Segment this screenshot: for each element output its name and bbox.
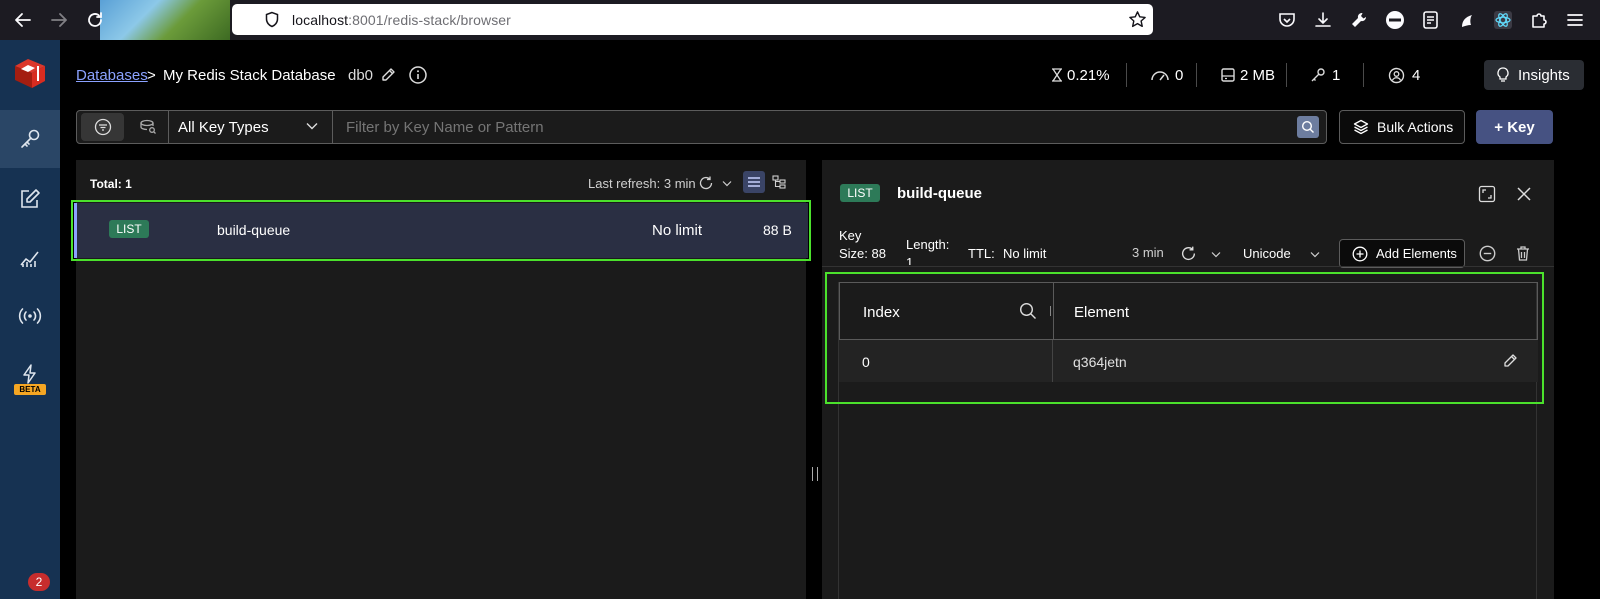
key-type-select[interactable]: All Key Types [169, 111, 332, 143]
add-key-button[interactable]: + Key [1476, 110, 1553, 144]
twd-extension-icon[interactable] [1385, 10, 1405, 30]
search-icon [1301, 120, 1315, 134]
filter-icon [94, 118, 112, 136]
back-arrow-icon[interactable] [12, 9, 34, 31]
delete-trash-icon[interactable] [1515, 245, 1531, 262]
search-submit-button[interactable] [1297, 116, 1319, 138]
bulk-actions-button[interactable]: Bulk Actions [1339, 110, 1465, 144]
main-content: Databases > My Redis Stack Database db0 … [60, 40, 1600, 599]
filter-mode-button[interactable] [81, 113, 124, 141]
stack-search-icon [139, 119, 157, 135]
format-select[interactable]: Unicode [1243, 246, 1291, 261]
length-label: Length: [906, 237, 950, 252]
fullscreen-icon[interactable] [1478, 185, 1496, 203]
lightning-icon [19, 363, 41, 385]
download-icon[interactable] [1313, 10, 1333, 30]
pocket-icon[interactable] [1277, 10, 1297, 30]
details-key-type-badge: LIST [840, 184, 880, 202]
url-path: :8001/redis-stack/browser [348, 12, 511, 28]
broadcast-icon [18, 305, 42, 327]
keys-count-icon [1310, 67, 1326, 83]
beta-badge: BETA [14, 384, 46, 395]
extensions-puzzle-icon[interactable] [1529, 10, 1549, 30]
add-elements-button[interactable]: Add Elements [1339, 239, 1465, 268]
key-size-value: Size: 88 [839, 246, 886, 261]
tab-background-decoration [100, 0, 230, 40]
list-view-button[interactable] [743, 171, 765, 193]
breadcrumb-separator: > [147, 67, 156, 84]
sidebar-item-browser[interactable] [0, 110, 60, 168]
last-refresh-label: Last refresh: 3 min [588, 176, 696, 191]
browser-toolbar: localhost:8001/redis-stack/browser [0, 0, 1600, 40]
details-refresh-time: 3 min [1132, 245, 1164, 260]
gauge-icon [1150, 67, 1170, 83]
clients-stat: 4 [1412, 67, 1421, 84]
react-devtools-icon[interactable] [1493, 10, 1513, 30]
reader-notes-icon[interactable] [1421, 10, 1441, 30]
key-icon [19, 128, 41, 150]
redis-logo-icon[interactable] [12, 56, 48, 90]
chevron-down-icon [306, 122, 318, 130]
total-keys-label: Total: 1 [90, 177, 132, 191]
edit-document-icon [19, 188, 41, 210]
layers-icon [1353, 119, 1369, 135]
url-bar[interactable]: localhost:8001/redis-stack/browser [232, 4, 1153, 35]
analytics-chart-icon [19, 247, 41, 269]
sidebar-item-analysis[interactable] [0, 229, 60, 287]
details-refresh-icon[interactable] [1180, 245, 1197, 262]
breadcrumb-databases-link[interactable]: Databases [76, 67, 148, 84]
database-name: My Redis Stack Database [163, 67, 336, 84]
sidebar-item-triggers[interactable]: BETA [0, 350, 60, 408]
refresh-icon[interactable] [698, 175, 714, 191]
filter-input[interactable] [338, 114, 1278, 140]
memory-stat: 2 MB [1240, 67, 1276, 84]
panel-resize-handle[interactable] [812, 467, 818, 481]
format-chevron-icon[interactable] [1310, 251, 1320, 258]
lightbulb-icon [1496, 67, 1510, 83]
ttl-value[interactable]: No limit [1003, 246, 1046, 261]
notification-badge[interactable]: 2 [28, 573, 50, 591]
menu-hamburger-icon[interactable] [1565, 10, 1585, 30]
insights-button[interactable]: Insights [1484, 60, 1584, 90]
bulk-actions-label: Bulk Actions [1377, 119, 1454, 135]
app-sidebar: BETA 2 [0, 40, 60, 599]
ttl-label: TTL: [968, 246, 995, 261]
close-icon[interactable] [1515, 185, 1533, 203]
edit-db-pencil-icon[interactable] [380, 67, 396, 83]
keys-stat: 1 [1332, 67, 1341, 84]
tree-view-button[interactable] [768, 171, 790, 193]
key-size-label: Key [839, 228, 862, 243]
list-view-icon [747, 176, 761, 188]
details-key-name: build-queue [897, 185, 982, 202]
bookmark-star-icon[interactable] [1128, 10, 1147, 29]
plus-circle-icon [1352, 246, 1368, 262]
remove-elements-icon[interactable] [1479, 245, 1496, 262]
insights-label: Insights [1518, 66, 1570, 84]
details-refresh-chevron-icon[interactable] [1211, 251, 1221, 258]
site-info-shield-icon[interactable] [264, 11, 280, 28]
wrench-icon[interactable] [1349, 10, 1369, 30]
key-type-value: All Key Types [178, 118, 269, 136]
clients-icon [1388, 67, 1405, 84]
sidebar-item-pubsub[interactable] [0, 287, 60, 345]
url-text: localhost:8001/redis-stack/browser [292, 12, 511, 28]
db-index: db0 [348, 67, 374, 84]
memory-icon [1220, 67, 1236, 83]
add-elements-label: Add Elements [1376, 246, 1457, 261]
cpu-stat: 0.21% [1067, 67, 1110, 84]
search-mode-button[interactable] [128, 113, 168, 141]
tree-view-icon [772, 175, 786, 189]
table-highlight [825, 272, 1544, 404]
cpu-icon [1050, 67, 1064, 83]
sidebar-item-workbench[interactable] [0, 170, 60, 228]
refresh-options-chevron-icon[interactable] [722, 180, 732, 187]
dark-reader-icon[interactable] [1457, 10, 1477, 30]
selection-highlight [71, 200, 811, 261]
length-value: 1 [906, 255, 914, 265]
ops-stat: 0 [1175, 67, 1184, 84]
info-icon[interactable] [408, 65, 428, 85]
forward-arrow-icon[interactable] [48, 9, 70, 31]
url-host: localhost [292, 12, 349, 28]
reload-icon[interactable] [84, 9, 106, 31]
